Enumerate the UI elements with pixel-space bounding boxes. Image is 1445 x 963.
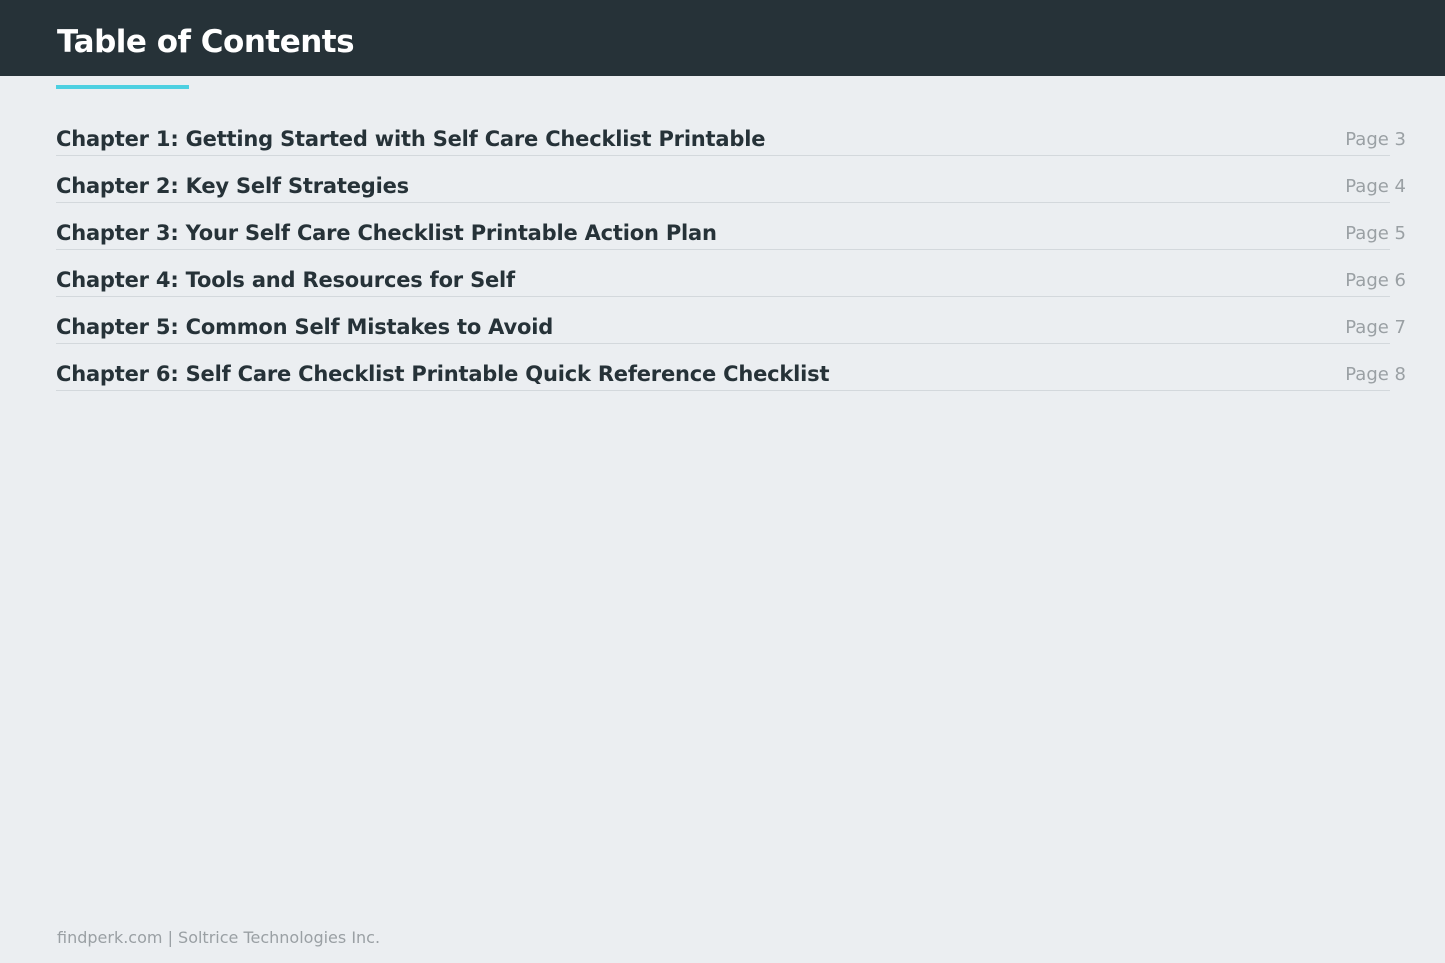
toc-entry-page: Page 7 (1345, 317, 1406, 338)
toc-entry[interactable]: Chapter 2: Key Self Strategies Page 4 (56, 164, 1406, 211)
toc-entry-page: Page 3 (1345, 129, 1406, 150)
toc-entry-page: Page 5 (1345, 223, 1406, 244)
toc-entry-divider (56, 155, 1390, 156)
toc-entry-title: Chapter 2: Key Self Strategies (56, 174, 409, 198)
toc-entry-title: Chapter 3: Your Self Care Checklist Prin… (56, 221, 717, 245)
page-title: Table of Contents (57, 24, 355, 60)
toc-entry-title: Chapter 4: Tools and Resources for Self (56, 268, 515, 292)
table-of-contents-list: Chapter 1: Getting Started with Self Car… (56, 117, 1406, 399)
toc-entry[interactable]: Chapter 4: Tools and Resources for Self … (56, 258, 1406, 305)
toc-entry[interactable]: Chapter 3: Your Self Care Checklist Prin… (56, 211, 1406, 258)
toc-entry-title: Chapter 5: Common Self Mistakes to Avoid (56, 315, 554, 339)
toc-entry-title: Chapter 6: Self Care Checklist Printable… (56, 362, 830, 386)
toc-entry-page: Page 4 (1345, 176, 1406, 197)
toc-entry-divider (56, 296, 1390, 297)
title-accent-underline (56, 85, 189, 89)
toc-entry-divider (56, 202, 1390, 203)
toc-entry-divider (56, 343, 1390, 344)
toc-entry-divider (56, 249, 1390, 250)
toc-entry-title: Chapter 1: Getting Started with Self Car… (56, 127, 766, 151)
toc-entry[interactable]: Chapter 6: Self Care Checklist Printable… (56, 352, 1406, 399)
footer-credit: findperk.com | Soltrice Technologies Inc… (57, 928, 381, 947)
toc-entry-page: Page 8 (1345, 364, 1406, 385)
toc-entry[interactable]: Chapter 1: Getting Started with Self Car… (56, 117, 1406, 164)
toc-entry-divider (56, 390, 1390, 391)
toc-entry[interactable]: Chapter 5: Common Self Mistakes to Avoid… (56, 305, 1406, 352)
header-bar: Table of Contents (0, 0, 1445, 76)
toc-entry-page: Page 6 (1345, 270, 1406, 291)
